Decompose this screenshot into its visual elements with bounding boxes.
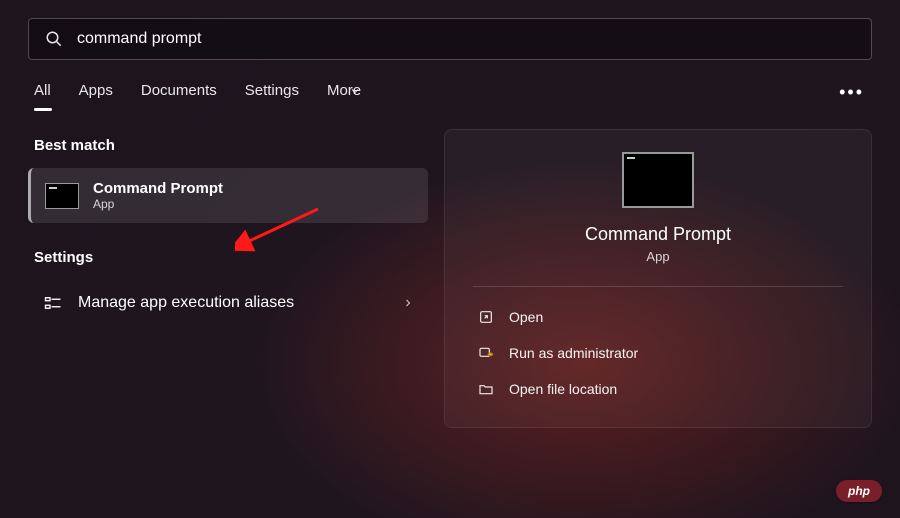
action-list: Open Run as administrator Open file loca…: [473, 301, 843, 405]
action-open-label: Open: [509, 309, 543, 325]
action-run-admin[interactable]: Run as administrator: [473, 337, 843, 369]
best-match-result[interactable]: Command Prompt App: [28, 168, 428, 223]
detail-app-icon: [622, 152, 694, 208]
search-icon: [45, 30, 63, 48]
folder-icon: [477, 381, 495, 397]
tab-settings[interactable]: Settings: [245, 82, 299, 107]
command-prompt-icon: [45, 183, 79, 209]
main: Best match Command Prompt App Settings M…: [0, 107, 900, 428]
settings-item-aliases[interactable]: Manage app execution aliases: [28, 280, 428, 326]
detail-title: Command Prompt: [585, 224, 731, 245]
divider: [473, 286, 843, 287]
result-title: Command Prompt: [93, 180, 223, 197]
tab-more[interactable]: More: [327, 82, 361, 107]
open-icon: [477, 309, 495, 325]
search-input[interactable]: [77, 30, 855, 48]
best-match-header: Best match: [28, 129, 428, 168]
tab-apps[interactable]: Apps: [79, 82, 113, 107]
result-text: Command Prompt App: [93, 180, 223, 211]
action-open-location[interactable]: Open file location: [473, 373, 843, 405]
settings-header: Settings: [28, 241, 428, 280]
result-subtitle: App: [93, 197, 223, 211]
action-open[interactable]: Open: [473, 301, 843, 333]
action-run-admin-label: Run as administrator: [509, 345, 638, 361]
settings-item-label: Manage app execution aliases: [78, 294, 294, 312]
search-bar[interactable]: [28, 18, 872, 60]
action-open-location-label: Open file location: [509, 381, 617, 397]
results-column: Best match Command Prompt App Settings M…: [28, 129, 428, 428]
aliases-icon: [42, 294, 64, 312]
chevron-down-icon: [349, 85, 361, 97]
more-options-button[interactable]: •••: [839, 82, 864, 103]
php-badge: php: [836, 480, 882, 502]
tab-documents[interactable]: Documents: [141, 82, 217, 107]
chevron-right-icon: [402, 297, 414, 309]
tab-all[interactable]: All: [34, 82, 51, 107]
detail-panel: Command Prompt App Open Run as administr…: [444, 129, 872, 428]
detail-subtitle: App: [646, 249, 669, 264]
tabs-row: All Apps Documents Settings More •••: [0, 60, 900, 107]
admin-icon: [477, 345, 495, 361]
